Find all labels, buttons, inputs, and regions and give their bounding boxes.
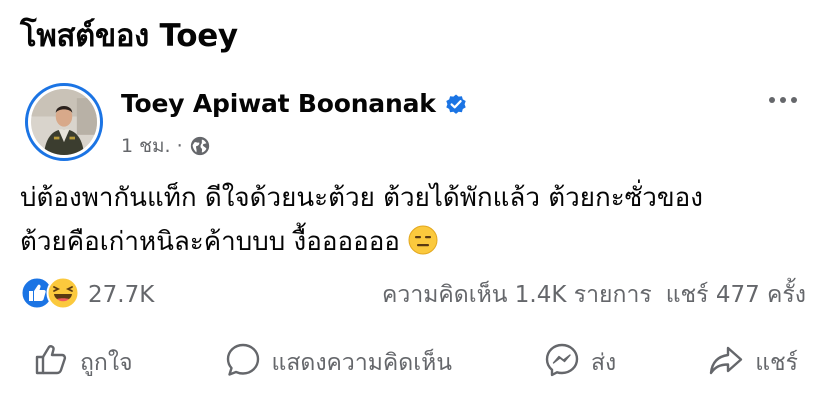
share-count[interactable]: แชร์ 477 ครั้ง	[666, 277, 806, 313]
post-timestamp[interactable]: 1 ชม. ·	[121, 131, 183, 161]
author-name[interactable]: Toey Apiwat Boonanak	[121, 89, 436, 118]
share-label: แชร์	[755, 350, 798, 376]
post-actions: ถูกใจ แสดงความคิดเห็น ส่ง แชร์	[20, 340, 810, 386]
page-title: โพสต์ของ Toey	[20, 18, 238, 54]
comment-bubble-icon	[224, 341, 262, 385]
comment-button[interactable]: แสดงความคิดเห็น	[212, 337, 464, 389]
author-row: Toey Apiwat Boonanak	[121, 89, 468, 118]
post-text: บ่ต้องพากันแท็ก ดีใจด้วยนะต้วย ต้วยได้พั…	[20, 176, 810, 264]
more-dot	[769, 97, 775, 103]
globe-icon	[189, 135, 211, 157]
post-text-line-2-wrap: ต้วยคือเก่าหนิละค้าบบบ งื้ออออออ	[20, 220, 810, 264]
expressionless-face-emoji	[408, 225, 438, 255]
send-button[interactable]: ส่ง	[531, 337, 628, 389]
like-button[interactable]: ถูกใจ	[20, 337, 145, 389]
reactions-summary: 27.7K ความคิดเห็น 1.4K รายการ แชร์ 477 ค…	[20, 276, 806, 314]
haha-reaction-icon	[46, 276, 80, 314]
send-label: ส่ง	[590, 350, 617, 376]
share-button[interactable]: แชร์	[695, 337, 810, 389]
post-text-line-2: ต้วยคือเก่าหนิละค้าบบบ งื้ออออออ	[20, 227, 400, 257]
avatar-photo	[31, 89, 97, 155]
more-options-button[interactable]	[760, 86, 806, 114]
reaction-icons[interactable]	[20, 276, 80, 314]
author-avatar[interactable]	[25, 83, 103, 161]
post-stats: ความคิดเห็น 1.4K รายการ แชร์ 477 ครั้ง	[382, 277, 806, 313]
post-text-line-1: บ่ต้องพากันแท็ก ดีใจด้วยนะต้วย ต้วยได้พั…	[20, 183, 703, 213]
reaction-count[interactable]: 27.7K	[88, 282, 154, 308]
comment-count[interactable]: ความคิดเห็น 1.4K รายการ	[382, 277, 652, 313]
share-arrow-icon	[707, 341, 745, 385]
messenger-icon	[543, 341, 581, 385]
verified-badge-icon	[444, 92, 468, 116]
more-dot	[791, 97, 797, 103]
thumbs-up-icon	[32, 341, 70, 385]
more-dot	[780, 97, 786, 103]
comment-label: แสดงความคิดเห็น	[271, 350, 452, 376]
post-meta: 1 ชม. ·	[121, 131, 211, 161]
like-label: ถูกใจ	[80, 350, 133, 376]
